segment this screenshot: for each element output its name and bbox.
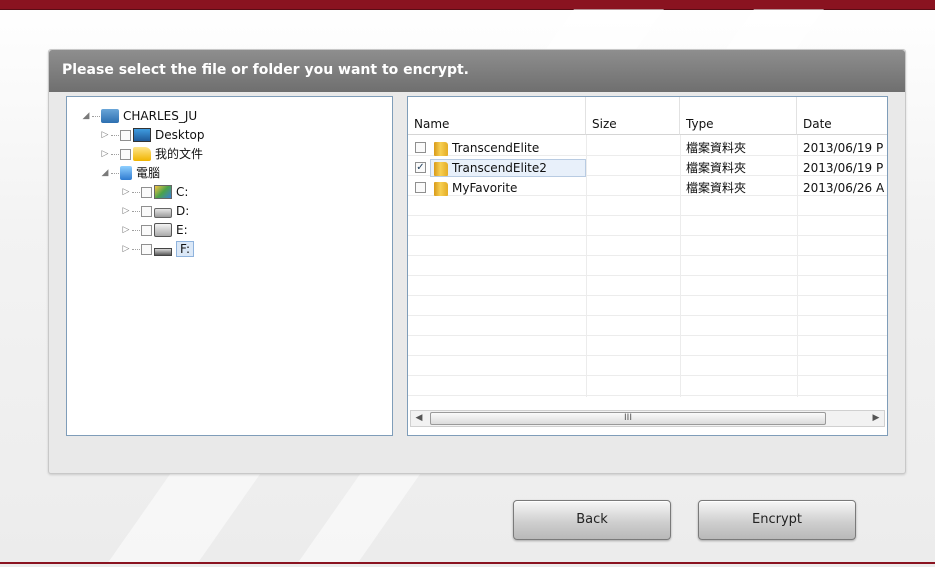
system-drive-icon [154, 185, 172, 199]
tree-node-drive-e[interactable]: ▷ E: [121, 221, 188, 239]
panel-header: Please select the file or folder you wan… [49, 50, 905, 92]
encrypt-button[interactable]: Encrypt [698, 500, 856, 540]
documents-checkbox[interactable] [120, 148, 131, 160]
tree-node-desktop[interactable]: ▷ Desktop [100, 126, 205, 144]
scrollbar-thumb[interactable]: III [430, 412, 826, 425]
collapse-arrow-icon[interactable]: ◢ [81, 107, 91, 125]
hard-drive-icon [154, 208, 172, 218]
drive-f-checkbox[interactable] [141, 243, 152, 255]
file-name: TranscendElite [452, 141, 540, 155]
file-row[interactable]: MyFavorite 檔案資料夾 2013/06/26 A [408, 178, 887, 198]
tree-node-label: 電腦 [136, 166, 161, 180]
scroll-right-icon[interactable]: ▶ [868, 411, 884, 426]
bottom-accent-line [0, 562, 935, 564]
file-checkbox[interactable] [415, 182, 426, 193]
scroll-left-icon[interactable]: ◀ [411, 411, 427, 426]
folder-tree[interactable]: ◢ CHARLES_JU ▷ Desktop ▷ 我的文件 ◢ 電腦 ▷ C: … [66, 96, 393, 436]
tree-node-root[interactable]: ◢ CHARLES_JU [81, 107, 197, 125]
folder-icon [434, 161, 448, 176]
file-type: 檔案資料夾 [686, 181, 747, 195]
expand-arrow-icon[interactable]: ▷ [121, 202, 131, 220]
file-type: 檔案資料夾 [686, 161, 747, 175]
column-header-name[interactable]: Name [408, 97, 586, 135]
tree-node-drive-f[interactable]: ▷ F: [121, 240, 195, 258]
tree-node-label: Desktop [155, 128, 205, 142]
tree-node-label: 我的文件 [155, 147, 204, 161]
file-date: 2013/06/26 A [803, 181, 885, 195]
expand-arrow-icon[interactable]: ▷ [121, 240, 131, 258]
tree-node-drive-c[interactable]: ▷ C: [121, 183, 188, 201]
column-header-size[interactable]: Size [586, 97, 680, 135]
tree-node-label: CHARLES_JU [123, 109, 198, 123]
tree-node-label: C: [176, 185, 189, 199]
collapse-arrow-icon[interactable]: ◢ [100, 164, 110, 182]
desktop-icon [133, 128, 151, 142]
drive-c-checkbox[interactable] [141, 186, 152, 198]
network-computer-icon [101, 109, 119, 123]
file-list[interactable]: Name Size Type Date TranscendElite 檔案資料夾… [407, 96, 888, 436]
panel-title: Please select the file or folder you wan… [62, 62, 469, 78]
column-header-type[interactable]: Type [680, 97, 797, 135]
background-stripe [545, 9, 665, 49]
background-stripe [108, 472, 262, 562]
drive-e-checkbox[interactable] [141, 224, 152, 236]
expand-arrow-icon[interactable]: ▷ [100, 126, 110, 144]
back-button[interactable]: Back [513, 500, 671, 540]
tree-node-label: D: [176, 204, 190, 218]
expand-arrow-icon[interactable]: ▷ [121, 183, 131, 201]
file-name: MyFavorite [452, 181, 518, 195]
documents-folder-icon [133, 147, 151, 161]
tree-node-label-selected: F: [176, 241, 195, 257]
folder-icon [434, 141, 448, 156]
column-header-date[interactable]: Date [797, 97, 887, 135]
background-stripe [298, 472, 422, 562]
file-row[interactable]: TranscendElite 檔案資料夾 2013/06/19 P [408, 138, 887, 158]
tree-node-computer[interactable]: ◢ 電腦 [100, 164, 160, 182]
file-checkbox-checked[interactable]: ✓ [415, 162, 426, 173]
tree-node-label: E: [176, 223, 188, 237]
file-name: TranscendElite2 [452, 161, 547, 175]
horizontal-scrollbar[interactable]: ◀ III ▶ [410, 410, 885, 427]
drive-d-checkbox[interactable] [141, 205, 152, 217]
background-stripe [725, 9, 825, 49]
tree-node-drive-d[interactable]: ▷ D: [121, 202, 189, 220]
usb-drive-icon [154, 223, 172, 237]
tree-node-documents[interactable]: ▷ 我的文件 [100, 145, 203, 163]
file-date: 2013/06/19 P [803, 161, 884, 175]
file-type: 檔案資料夾 [686, 141, 747, 155]
removable-drive-icon [154, 248, 172, 256]
desktop-checkbox[interactable] [120, 129, 131, 141]
expand-arrow-icon[interactable]: ▷ [100, 145, 110, 163]
scroll-grip: III [624, 413, 632, 423]
computer-icon [120, 166, 132, 180]
expand-arrow-icon[interactable]: ▷ [121, 221, 131, 239]
file-checkbox[interactable] [415, 142, 426, 153]
selection-panel: Please select the file or folder you wan… [48, 49, 906, 474]
folder-icon [434, 181, 448, 196]
file-row-selected[interactable]: ✓ TranscendElite2 檔案資料夾 2013/06/19 P [408, 158, 887, 178]
file-date: 2013/06/19 P [803, 141, 884, 155]
